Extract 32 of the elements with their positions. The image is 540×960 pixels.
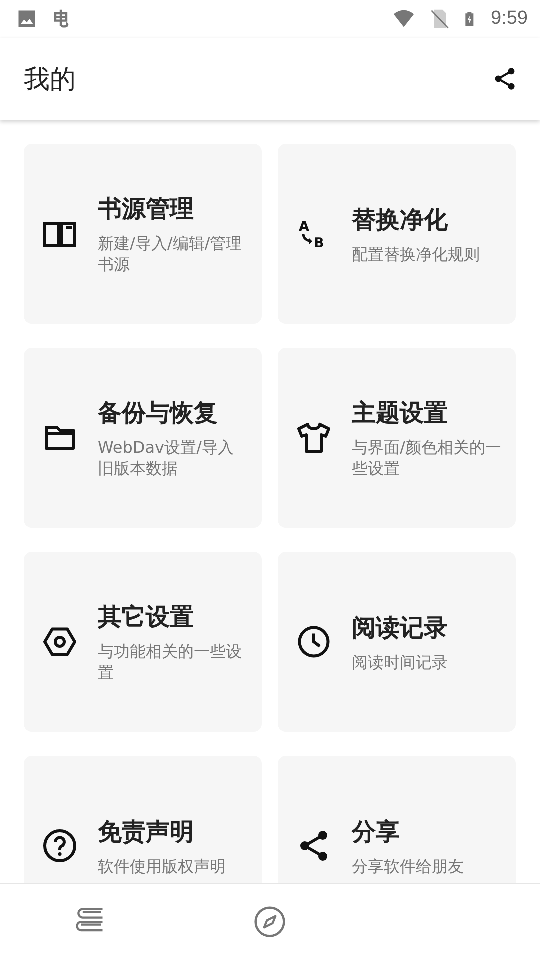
card-title: 分享 xyxy=(352,816,401,848)
menu-card[interactable]: 分享 分享软件给朋友 xyxy=(278,756,516,883)
menu-card[interactable]: 阅读记录 阅读时间记录 xyxy=(278,552,516,732)
card-title: 免责声明 xyxy=(98,816,195,848)
menu-card[interactable]: 免责声明 软件使用版权声明 xyxy=(24,756,262,883)
card-title: 备份与恢复 xyxy=(98,398,219,429)
menu-card[interactable]: 其它设置 与功能相关的一些设置 xyxy=(24,552,262,732)
card-title: 主题设置 xyxy=(352,398,449,429)
menu-card[interactable]: 备份与恢复 WebDav设置/导入旧版本数据 xyxy=(24,348,262,528)
menu-card[interactable]: 主题设置 与界面/颜色相关的一些设置 xyxy=(278,348,516,528)
card-title: 阅读记录 xyxy=(352,612,448,644)
card-description: 分享软件给朋友 xyxy=(352,856,464,876)
image-icon xyxy=(16,8,38,30)
help-icon xyxy=(42,828,78,864)
card-description: 新建/导入/编辑/管理书源 xyxy=(98,233,244,275)
card-title: 书源管理 xyxy=(98,194,195,225)
card-description: WebDav设置/导入旧版本数据 xyxy=(98,437,235,479)
card-description: 配置替换净化规则 xyxy=(352,244,480,264)
compass-icon[interactable] xyxy=(253,905,287,939)
page-title: 我的 xyxy=(24,64,76,96)
card-title: 其它设置 xyxy=(98,602,195,633)
menu-card[interactable]: A B 替换净化 配置替换净化规则 xyxy=(278,144,516,324)
card-description: 与功能相关的一些设置 xyxy=(98,641,243,683)
shirt-icon xyxy=(296,420,332,456)
menu-card[interactable]: 书源管理 新建/导入/编辑/管理书源 xyxy=(24,144,262,324)
card-description: 软件使用版权声明 xyxy=(98,856,226,876)
card-title: 替换净化 xyxy=(352,204,449,236)
status-time: 9:59 xyxy=(491,8,528,30)
card-description: 阅读时间记录 xyxy=(352,652,448,672)
clock-icon xyxy=(296,624,332,660)
no-sim-icon xyxy=(429,8,452,30)
card-description: 与界面/颜色相关的一些设置 xyxy=(352,437,502,479)
